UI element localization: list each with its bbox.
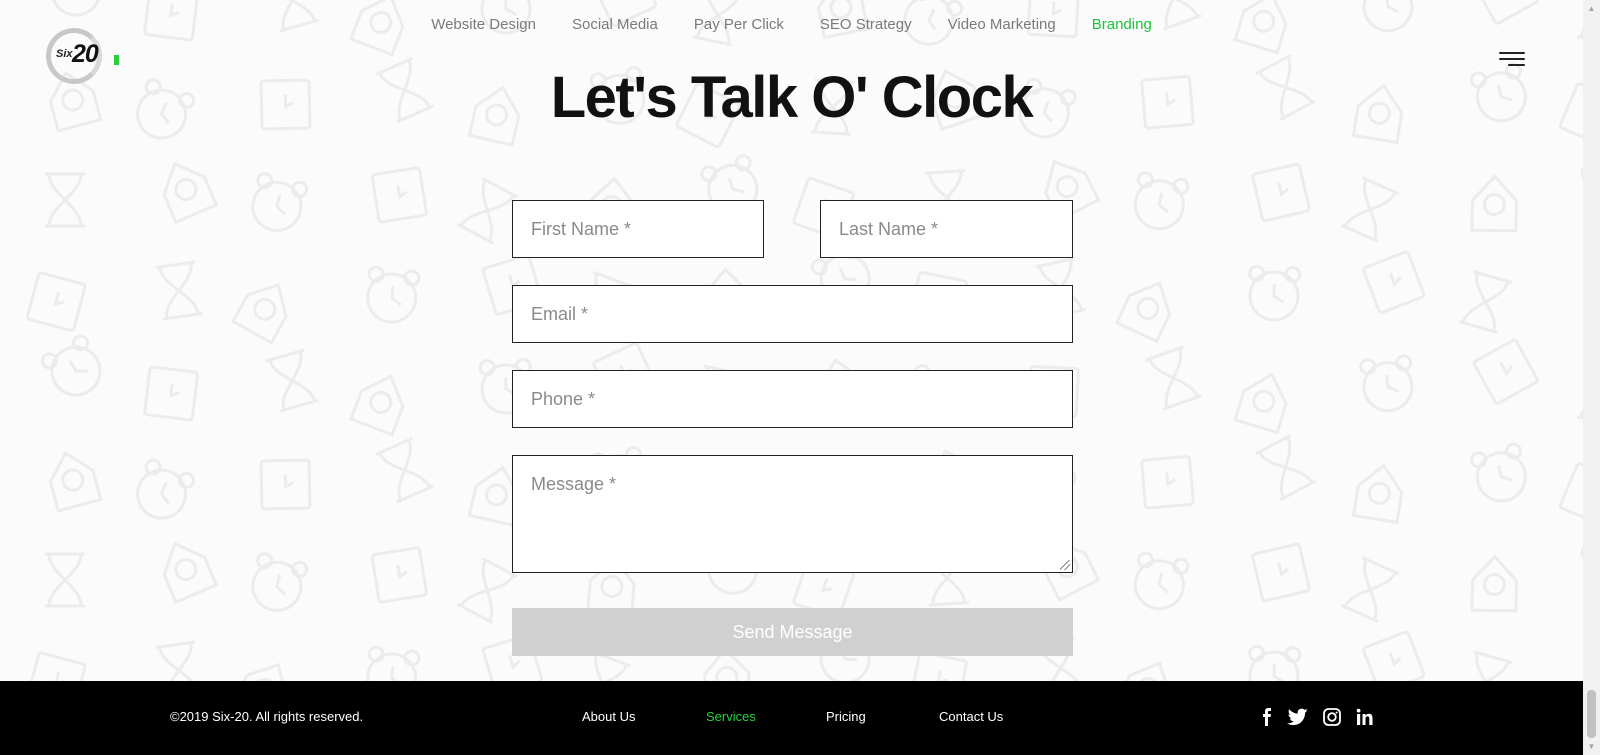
footer-link-pricing[interactable]: Pricing xyxy=(826,709,866,724)
resize-handle[interactable] xyxy=(1060,560,1070,570)
nav-branding[interactable]: Branding xyxy=(1092,16,1152,33)
footer-link-services[interactable]: Services xyxy=(706,709,756,724)
first-name-input[interactable] xyxy=(513,201,763,257)
linkedin-icon[interactable] xyxy=(1355,708,1375,726)
footer-link-contact-us[interactable]: Contact Us xyxy=(939,709,1003,724)
nav-website-design[interactable]: Website Design xyxy=(431,16,536,33)
nav-seo-strategy[interactable]: SEO Strategy xyxy=(820,16,912,33)
email-input[interactable] xyxy=(513,286,1072,342)
scroll-down-arrow-icon[interactable]: ▼ xyxy=(1583,738,1600,755)
scrollbar-thumb[interactable] xyxy=(1587,690,1596,738)
email-field[interactable] xyxy=(512,285,1073,343)
instagram-icon[interactable] xyxy=(1322,708,1342,726)
last-name-input[interactable] xyxy=(821,201,1072,257)
site-footer: ©2019 Six-20. All rights reserved. About… xyxy=(0,681,1583,755)
scroll-up-arrow-icon[interactable]: ▲ xyxy=(1583,0,1600,17)
facebook-icon[interactable] xyxy=(1258,708,1278,726)
page-title: Let's Talk O' Clock xyxy=(550,65,1034,130)
nav-video-marketing[interactable]: Video Marketing xyxy=(948,16,1056,33)
logo-prefix: Six xyxy=(56,48,73,60)
first-name-field[interactable] xyxy=(512,200,764,258)
vertical-scrollbar[interactable]: ▲ ▼ xyxy=(1583,0,1600,755)
last-name-field[interactable] xyxy=(820,200,1073,258)
message-field[interactable] xyxy=(512,455,1073,573)
footer-link-about-us[interactable]: About Us xyxy=(582,709,635,724)
phone-field[interactable] xyxy=(512,370,1073,428)
nav-social-media[interactable]: Social Media xyxy=(572,16,658,33)
message-textarea[interactable] xyxy=(513,456,1072,572)
twitter-icon[interactable] xyxy=(1287,708,1309,726)
nav-pay-per-click[interactable]: Pay Per Click xyxy=(694,16,784,33)
send-message-button[interactable]: Send Message xyxy=(512,608,1073,656)
top-navigation: Website Design Social Media Pay Per Clic… xyxy=(0,16,1583,33)
phone-input[interactable] xyxy=(513,371,1072,427)
copyright-text: ©2019 Six-20. All rights reserved. xyxy=(170,709,364,724)
